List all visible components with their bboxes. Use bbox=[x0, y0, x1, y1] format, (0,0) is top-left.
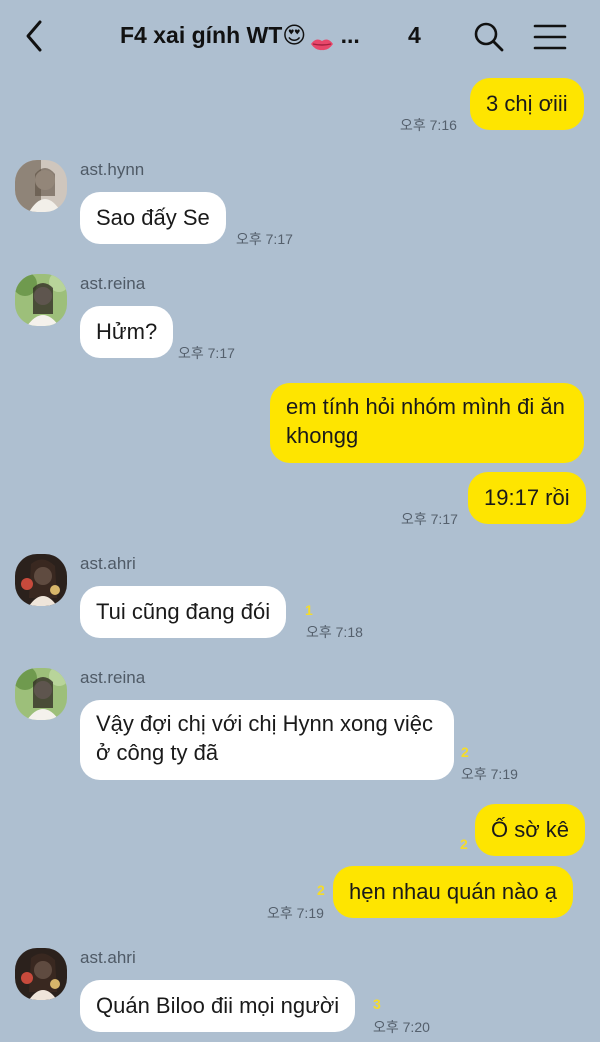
hamburger-menu-icon bbox=[533, 24, 567, 50]
message-time: 오후 7:20 bbox=[373, 1019, 430, 1035]
my-message-bubble[interactable]: hẹn nhau quán nào ạ bbox=[333, 866, 573, 918]
back-button[interactable] bbox=[18, 18, 50, 54]
search-button[interactable] bbox=[472, 20, 506, 54]
my-message-bubble[interactable]: em tính hỏi nhóm mình đi ăn khongg bbox=[270, 383, 584, 463]
lips-emoji-icon bbox=[310, 30, 334, 51]
unread-count: 2 bbox=[317, 882, 325, 898]
message-time: 오후 7:16 bbox=[400, 117, 457, 133]
message-time: 오후 7:19 bbox=[267, 905, 324, 921]
profile-photo-icon bbox=[15, 274, 67, 326]
avatar[interactable] bbox=[15, 160, 67, 212]
avatar[interactable] bbox=[15, 668, 67, 720]
their-message-bubble[interactable]: Vậy đợi chị với chị Hynn xong việc ở côn… bbox=[80, 700, 454, 780]
unread-count: 2 bbox=[461, 744, 469, 760]
their-message-bubble[interactable]: Hửm? bbox=[80, 306, 174, 358]
their-message-bubble[interactable]: Sao đấy Se bbox=[80, 192, 226, 244]
message-time: 오후 7:18 bbox=[306, 624, 363, 640]
message-time: 오후 7:19 bbox=[461, 766, 518, 782]
my-message-bubble[interactable]: 3 chị ơiii bbox=[470, 78, 584, 130]
profile-photo-icon bbox=[15, 668, 67, 720]
sender-name: ast.ahri bbox=[80, 554, 136, 573]
chat-title[interactable]: F4 xai gính WT😍 ... bbox=[120, 22, 390, 51]
profile-photo-icon bbox=[15, 554, 67, 606]
message-time: 오후 7:17 bbox=[401, 511, 458, 527]
search-icon bbox=[474, 22, 504, 52]
profile-photo-icon bbox=[15, 160, 67, 212]
avatar[interactable] bbox=[15, 274, 67, 326]
message-time: 오후 7:17 bbox=[178, 345, 235, 361]
sender-name: ast.reina bbox=[80, 668, 146, 687]
chat-title-text: F4 xai gính WT😍 bbox=[120, 22, 307, 48]
profile-photo-icon bbox=[15, 948, 67, 1000]
chat-title-ellipsis: ... bbox=[340, 22, 360, 48]
sender-name: ast.hynn bbox=[80, 160, 145, 179]
sender-name: ast.ahri bbox=[80, 948, 136, 967]
member-count[interactable]: 4 bbox=[408, 22, 421, 49]
my-message-bubble[interactable]: 19:17 rồi bbox=[468, 472, 586, 524]
their-message-bubble[interactable]: Tui cũng đang đói bbox=[80, 586, 287, 638]
my-message-bubble[interactable]: Ố sờ kê bbox=[475, 804, 585, 856]
avatar[interactable] bbox=[15, 948, 67, 1000]
chat-header: F4 xai gính WT😍 ... 4 bbox=[0, 0, 600, 72]
sender-name: ast.reina bbox=[80, 274, 146, 293]
unread-count: 1 bbox=[305, 602, 313, 618]
menu-button[interactable] bbox=[532, 20, 568, 54]
their-message-bubble[interactable]: Quán Biloo đii mọi người bbox=[80, 980, 356, 1032]
avatar[interactable] bbox=[15, 554, 67, 606]
chevron-left-icon bbox=[26, 20, 42, 52]
message-time: 오후 7:17 bbox=[236, 231, 293, 247]
unread-count: 3 bbox=[373, 996, 381, 1012]
unread-count: 2 bbox=[460, 836, 468, 852]
